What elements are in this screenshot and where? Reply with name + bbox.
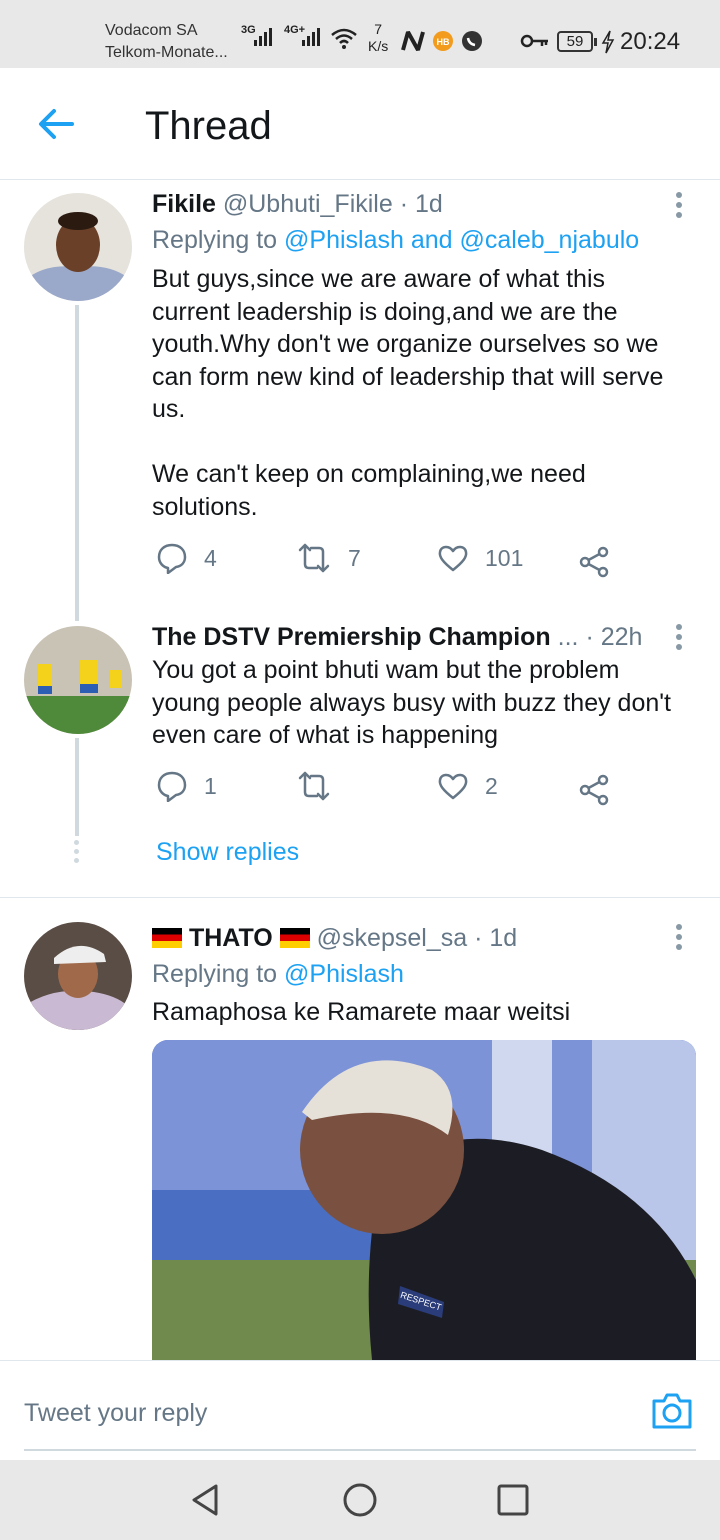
tweet-age: 1d (415, 190, 443, 218)
author-name[interactable]: Fikile (152, 190, 216, 218)
more-options-icon[interactable] (676, 192, 684, 222)
separator-dot: · (399, 190, 409, 218)
retweet-count: 7 (348, 544, 361, 571)
replying-to-link[interactable]: @Phislash (284, 960, 404, 988)
reply-count: 4 (204, 544, 217, 571)
tweet-text: Ramaphosa ke Ramarete maar weitsi (152, 998, 571, 1026)
tweet-media-image[interactable]: RESPECT (152, 1040, 696, 1360)
reply-composer: Tweet your reply (0, 1360, 720, 1460)
like-button[interactable]: 2 (437, 770, 498, 802)
nav-back-icon[interactable] (188, 1482, 224, 1518)
carrier-2: Telkom-Monate... (105, 44, 228, 61)
nav-recents-icon[interactable] (495, 1482, 531, 1518)
tweet-header: THATO @skepsel_sa · 1d (152, 924, 517, 953)
tweet-actions: 4 7 101 (152, 542, 622, 582)
battery-level: 59 (557, 31, 597, 52)
retweet-icon (298, 771, 330, 801)
wifi-icon (331, 28, 357, 49)
separator-dot: · (474, 924, 483, 952)
avatar[interactable] (24, 626, 132, 734)
author-handle[interactable]: @skepsel_sa (317, 924, 467, 952)
tweet-header: Fikile @Ubhuti_Fikile · 1d (152, 190, 443, 219)
replying-to: Replying to @Phislash and @caleb_njabulo (152, 226, 639, 255)
page-title: Thread (145, 104, 272, 148)
reply-button[interactable]: 4 (156, 542, 217, 574)
reply-button[interactable]: 1 (156, 770, 217, 802)
author-name[interactable]: The DSTV Premiership Champion (152, 623, 551, 651)
app-notification-icon: HB (433, 31, 453, 51)
avatar[interactable] (24, 193, 132, 301)
tweet-text: You got a point bhuti wam but the proble… (152, 656, 671, 749)
thread-line (75, 738, 79, 836)
replying-to-link[interactable]: @Phislash and @caleb_njabulo (284, 226, 639, 254)
heart-icon (438, 773, 468, 800)
carrier-1: Vodacom SA (105, 22, 198, 39)
reply-input-underline (24, 1449, 696, 1451)
tweet-actions: 1 2 (152, 770, 622, 810)
tweet-text: But guys,since we are aware of what this… (152, 265, 664, 521)
share-icon[interactable] (578, 774, 610, 806)
signal-bars-2-icon (302, 28, 320, 46)
reply-input[interactable]: Tweet your reply (24, 1399, 207, 1428)
separator-dot: · (585, 623, 594, 651)
like-count: 101 (485, 544, 524, 571)
like-button[interactable]: 101 (437, 542, 523, 574)
nfc-icon (401, 31, 425, 51)
more-options-icon[interactable] (676, 624, 684, 654)
thread-line (75, 305, 79, 621)
heart-icon (438, 545, 468, 572)
tweet-age: 22h (600, 623, 643, 651)
retweet-button[interactable]: 7 (296, 542, 361, 574)
app-header: Thread (0, 68, 720, 180)
replying-to: Replying to @Phislash (152, 960, 404, 989)
reply-icon (157, 771, 187, 802)
name-ellipsis: ... (557, 623, 579, 651)
germany-flag-icon (279, 928, 310, 948)
tweet-divider (0, 897, 720, 898)
share-icon[interactable] (578, 546, 610, 578)
like-count: 2 (485, 772, 498, 799)
retweet-icon (298, 543, 330, 573)
network-speed: 7 K/s (368, 21, 389, 54)
thread-continuation-dots (74, 840, 79, 867)
clock: 20:24 (620, 28, 681, 55)
show-replies-link[interactable]: Show replies (156, 838, 299, 867)
retweet-button[interactable] (296, 770, 348, 802)
charging-icon (601, 30, 615, 54)
author-handle[interactable]: @Ubhuti_Fikile (223, 190, 393, 218)
avatar[interactable] (24, 922, 132, 1030)
nav-home-icon[interactable] (342, 1482, 378, 1518)
tweet-age: 1d (489, 924, 518, 952)
signal-bars-1-icon (254, 28, 272, 46)
replying-to-label: Replying to (152, 960, 278, 988)
status-bar: Vodacom SA Telkom-Monate... 3G 4G+ 7 K/s… (0, 0, 720, 68)
tweet-header: The DSTV Premiership Champion ... · 22h (152, 623, 642, 652)
author-name[interactable]: THATO (189, 924, 273, 952)
reply-icon (157, 543, 187, 574)
system-navigation-bar (0, 1460, 720, 1540)
germany-flag-icon (152, 928, 182, 948)
replying-to-label: Replying to (152, 226, 278, 254)
svg-text:HB: HB (437, 37, 450, 47)
whatsapp-icon (462, 31, 482, 51)
reply-count: 1 (204, 772, 217, 799)
camera-icon[interactable] (650, 1391, 694, 1431)
carrier-info: Vodacom SA Telkom-Monate... (105, 20, 228, 64)
more-options-icon[interactable] (676, 924, 684, 954)
back-arrow-icon[interactable] (36, 106, 76, 142)
key-icon (520, 34, 548, 48)
